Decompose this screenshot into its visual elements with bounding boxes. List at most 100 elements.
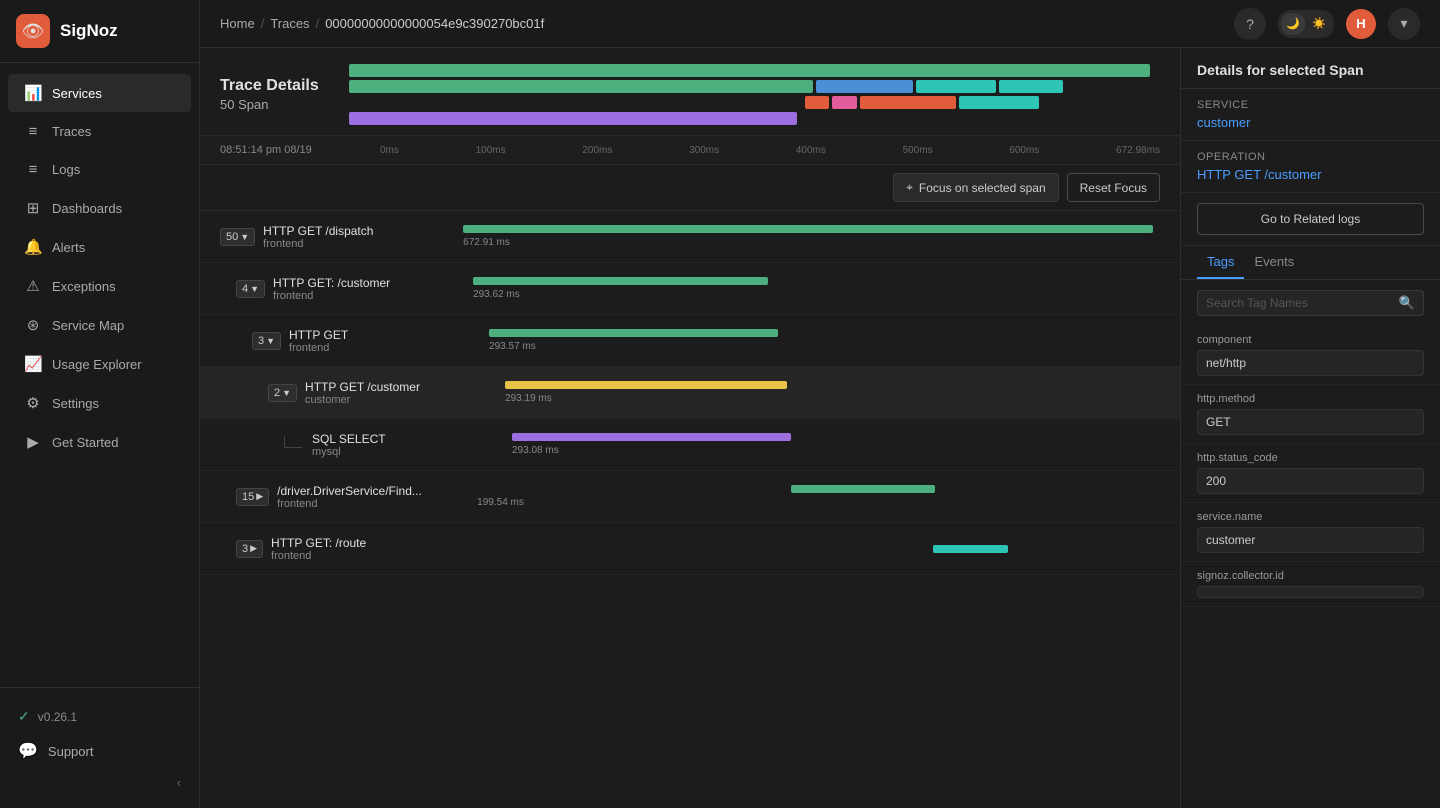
dropdown-chevron-button[interactable]: ▾ [1388,8,1420,40]
span-duration: 293.19 ms [505,393,1160,404]
span-row[interactable]: 3 ▼ HTTP GET frontend 293.57 ms [200,315,1180,367]
trace-span-count: 50 Span [220,97,319,112]
span-bar-area [471,531,1160,567]
chevron-down-icon: ▼ [250,284,259,294]
topbar: Home / Traces / 00000000000000054e9c3902… [200,0,1440,48]
mini-bar-2b [816,80,912,93]
span-bar [505,381,787,389]
logo-icon: 👁 [16,14,50,48]
tab-tags[interactable]: Tags [1197,246,1244,279]
ruler-mark-500: 500ms [903,145,933,156]
span-indent: 3 ▼ [252,332,281,350]
span-toggle[interactable]: 2 ▼ [268,384,297,402]
span-toggle[interactable]: 3 ▶ [236,540,263,558]
related-logs-section: Go to Related logs [1181,193,1440,246]
mini-bar-2c [916,80,996,93]
logo-text: SigNoz [60,21,118,41]
light-mode-button[interactable]: ☀️ [1307,13,1331,35]
span-service: frontend [273,290,473,302]
exceptions-icon: ⚠ [24,277,42,295]
span-bar-area: 293.57 ms [489,323,1160,359]
span-row[interactable]: SQL SELECT mysql 293.08 ms [200,419,1180,471]
span-row[interactable]: 3 ▶ HTTP GET: /route frontend [200,523,1180,575]
sidebar-item-get-started[interactable]: ▶ Get Started [8,423,191,461]
topbar-actions: ? 🌙 ☀️ H ▾ [1234,8,1420,40]
chevron-right-icon: ▶ [256,491,263,502]
breadcrumb-sep2: / [316,16,320,31]
span-row[interactable]: 4 ▼ HTTP GET: /customer frontend 293.62 … [200,263,1180,315]
span-count: 50 [226,231,238,243]
span-row[interactable]: 2 ▼ HTTP GET /customer customer 293.19 m… [200,367,1180,419]
span-toggle[interactable]: 50 ▼ [220,228,255,246]
sidebar-item-exceptions[interactable]: ⚠ Exceptions [8,267,191,305]
span-service: mysql [312,446,512,458]
search-tags-input[interactable] [1206,296,1393,310]
service-section: Service customer [1181,89,1440,141]
span-toggle[interactable]: 4 ▼ [236,280,265,298]
get-started-icon: ▶ [24,433,42,451]
tag-collector-id-value [1197,586,1424,598]
breadcrumb-traces[interactable]: Traces [270,16,309,31]
mini-bar-row-2 [349,80,1150,93]
span-name: HTTP GET [289,328,489,342]
span-row[interactable]: 15 ▶ /driver.DriverService/Find... front… [200,471,1180,523]
span-indent: 15 ▶ [236,488,269,506]
span-count: 3 [242,543,248,555]
span-row[interactable]: 50 ▼ HTTP GET /dispatch frontend 672.91 … [200,211,1180,263]
span-toggle[interactable]: 3 ▼ [252,332,281,350]
tag-service-name-label: service.name [1197,511,1424,523]
collapse-sidebar-button[interactable]: ‹ [8,769,191,796]
service-value[interactable]: customer [1197,115,1424,130]
focus-controls: ⌖ Focus on selected span Reset Focus [200,165,1180,211]
ruler-mark-0: 0ms [380,145,399,156]
mini-bar-2a [349,80,814,93]
trace-title: Trace Details [220,77,319,95]
sidebar-item-dashboards[interactable]: ⊞ Dashboards [8,189,191,227]
ruler-timestamp: 08:51:14 pm 08/19 [220,144,380,156]
detail-panel-title: Details for selected Span [1197,62,1424,78]
search-icon[interactable]: 🔍 [1399,295,1415,311]
span-count: 2 [274,387,280,399]
span-info: SQL SELECT mysql [312,432,512,458]
focus-selected-span-button[interactable]: ⌖ Focus on selected span [893,173,1059,202]
span-service: frontend [263,238,463,250]
sidebar-item-alerts[interactable]: 🔔 Alerts [8,228,191,266]
operation-value[interactable]: HTTP GET /customer [1197,167,1424,182]
trace-title-block: Trace Details 50 Span [220,77,319,112]
sidebar-item-settings[interactable]: ⚙ Settings [8,384,191,422]
support-label: Support [48,744,94,759]
theme-toggle: 🌙 ☀️ [1278,10,1334,38]
detail-header: Details for selected Span [1181,48,1440,89]
sidebar-item-traces[interactable]: ≡ Traces [8,113,191,150]
span-service: frontend [271,550,471,562]
usage-explorer-icon: 📈 [24,355,42,373]
span-name: HTTP GET /customer [305,380,505,394]
tab-events[interactable]: Events [1244,246,1304,279]
span-bar-area: 672.91 ms [463,219,1160,255]
mini-bar-3d [959,96,1039,109]
sidebar-logo[interactable]: 👁 SigNoz [0,0,199,63]
ruler-mark-600: 600ms [1009,145,1039,156]
sidebar-item-services[interactable]: 📊 Services [8,74,191,112]
trace-mini-bars [349,64,1150,125]
chevron-left-icon: ‹ [177,775,181,790]
ruler-mark-end: 672.98ms [1116,145,1160,156]
go-to-related-logs-button[interactable]: Go to Related logs [1197,203,1424,235]
reset-focus-button[interactable]: Reset Focus [1067,173,1160,202]
detail-tabs: Tags Events [1181,246,1440,280]
avatar-button[interactable]: H [1346,9,1376,39]
sidebar-item-usage-explorer[interactable]: 📈 Usage Explorer [8,345,191,383]
operation-section: Operation HTTP GET /customer [1181,141,1440,193]
breadcrumb-home[interactable]: Home [220,16,255,31]
span-indent [284,442,308,448]
version-text: v0.26.1 [38,710,77,724]
span-toggle[interactable]: 15 ▶ [236,488,269,506]
mini-bar-3a [805,96,829,109]
dark-mode-button[interactable]: 🌙 [1281,13,1305,35]
ruler-mark-200: 200ms [582,145,612,156]
support-item[interactable]: 💬 Support [8,733,191,769]
operation-label: Operation [1197,151,1424,163]
sidebar-item-service-map[interactable]: ⊛ Service Map [8,306,191,344]
help-button[interactable]: ? [1234,8,1266,40]
sidebar-item-logs[interactable]: ≡ Logs [8,151,191,188]
